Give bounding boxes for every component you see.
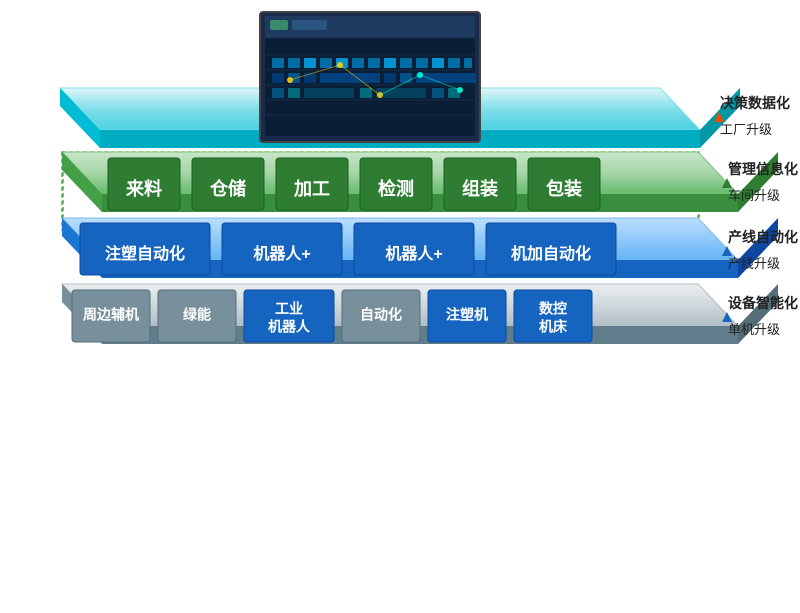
card-zhusuzidonghua: 注塑自动化 (105, 244, 185, 263)
management-label-sub: 车间升级 (728, 188, 780, 203)
diagram-container: 决策数据化 工厂升级 来料 仓储 加工 检测 组装 包装 (0, 0, 800, 608)
card-jiqiren2: 机器人+ (385, 244, 442, 263)
production-label-sub: 产线升级 (728, 256, 780, 271)
device-label-main: 设备智能化 (728, 295, 798, 311)
management-label-main: 管理信息化 (728, 161, 798, 177)
card-zhushuji: 注塑机 (446, 307, 488, 323)
card-gongyejiqiren: 工业 (275, 301, 303, 317)
card-zidonghua: 自动化 (360, 307, 402, 323)
card-laoliao: 来料 (125, 178, 162, 199)
device-label-sub: 单机升级 (728, 322, 780, 337)
card-cangchu: 仓储 (209, 178, 246, 199)
card-jijia: 机加自动化 (511, 244, 591, 263)
decision-label-sub: 工厂升级 (720, 122, 772, 137)
svg-text:机器人: 机器人 (268, 319, 311, 335)
card-jiagong: 加工 (293, 179, 330, 199)
card-jianche: 检测 (378, 178, 414, 199)
card-shukongjicchuang: 数控 (539, 301, 567, 317)
card-zhoubianfuji: 周边辅机 (83, 307, 139, 323)
main-diagram: 决策数据化 工厂升级 来料 仓储 加工 检测 组装 包装 (0, 0, 800, 608)
decision-label-main: 决策数据化 (720, 95, 790, 111)
card-zuzhuang: 组装 (462, 178, 498, 199)
card-jiqiren1: 机器人+ (253, 244, 310, 263)
card-baozhuang: 包装 (546, 178, 582, 199)
svg-text:机床: 机床 (539, 319, 568, 335)
card-luneng: 绿能 (183, 307, 211, 323)
production-label-main: 产线自动化 (728, 229, 798, 245)
